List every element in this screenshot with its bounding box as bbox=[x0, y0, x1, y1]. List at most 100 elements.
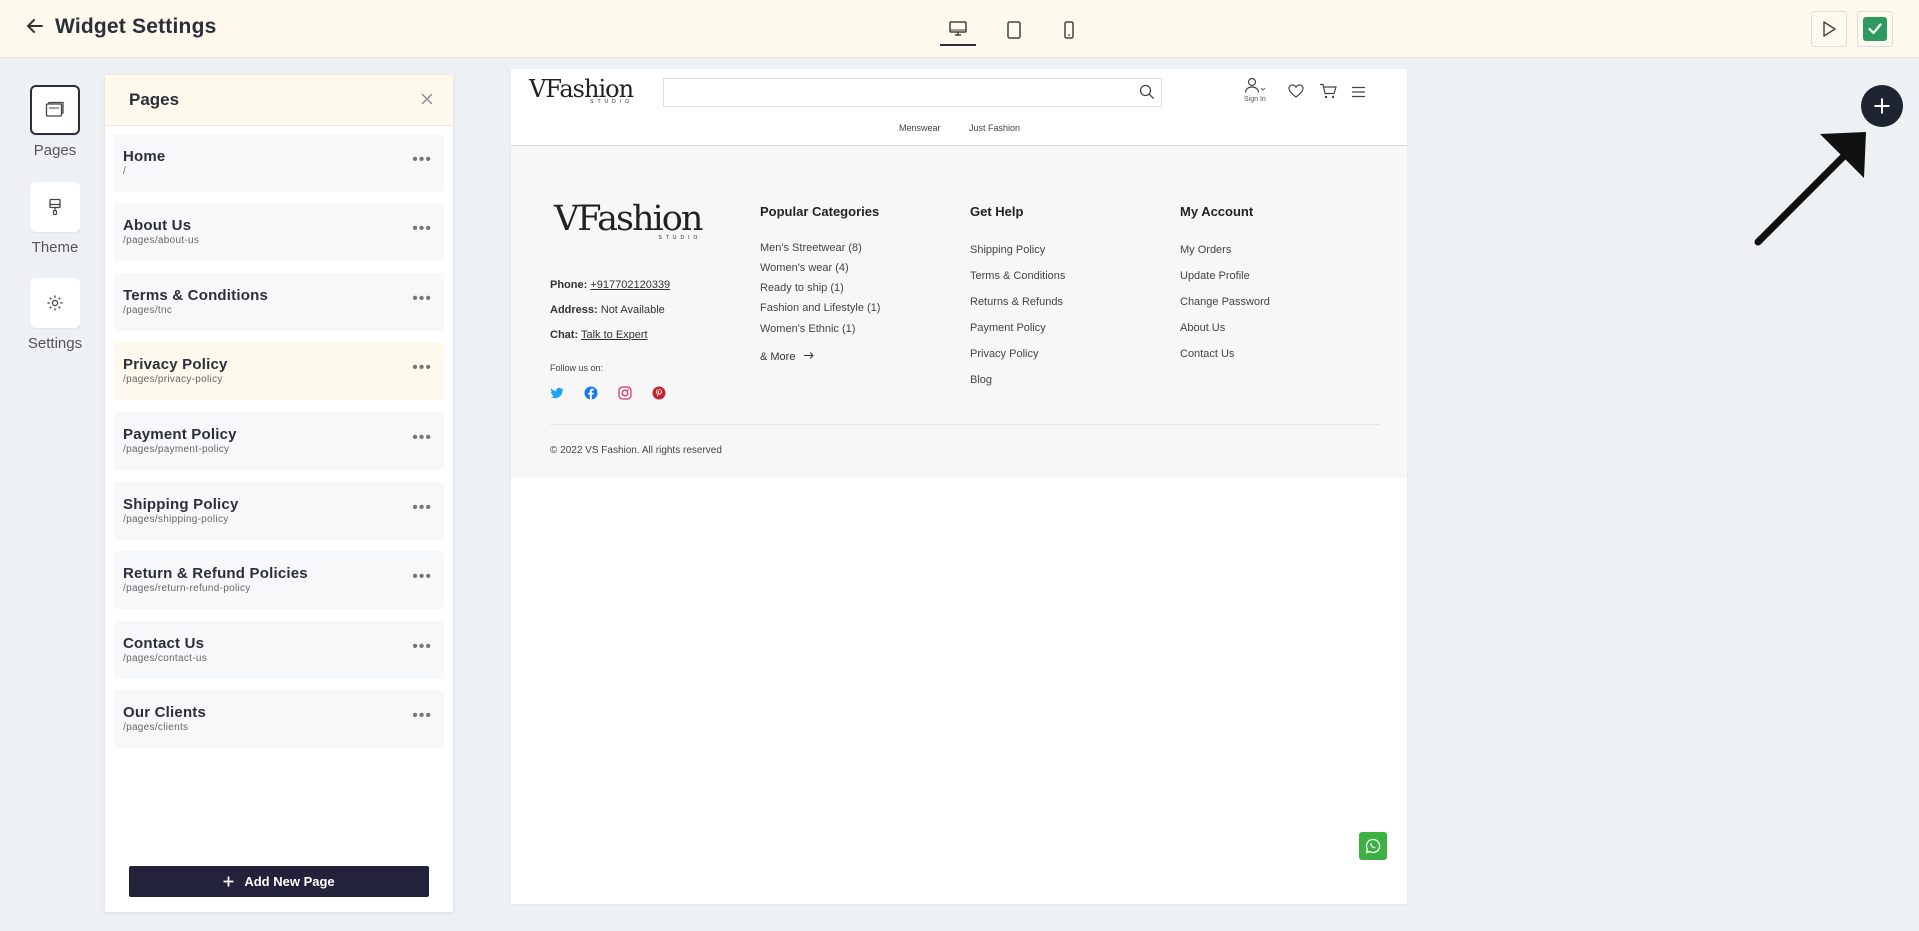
page-item-name: Our Clients bbox=[123, 704, 207, 721]
user-icon[interactable] bbox=[1244, 77, 1266, 98]
rail-item-theme[interactable]: Theme bbox=[30, 182, 80, 256]
more-options-icon[interactable]: ••• bbox=[412, 707, 432, 725]
page-title: Widget Settings bbox=[55, 15, 217, 38]
page-item-slug: /pages/about-us bbox=[123, 235, 200, 246]
footer-link[interactable]: Update Profile bbox=[1180, 270, 1250, 282]
footer-link[interactable]: Terms & Conditions bbox=[970, 270, 1065, 282]
plus-icon bbox=[1874, 98, 1890, 114]
save-button[interactable] bbox=[1857, 11, 1893, 47]
phone-link[interactable]: +917702120339 bbox=[590, 279, 670, 291]
page-item-name: Home bbox=[123, 148, 166, 165]
pages-panel-header: Pages bbox=[105, 75, 453, 126]
plus-icon bbox=[223, 876, 234, 887]
page-item-home[interactable]: Home / ••• bbox=[114, 134, 444, 192]
rail-item-pages[interactable]: Pages bbox=[30, 85, 80, 159]
footer-link[interactable]: Men's Streetwear (8) bbox=[760, 242, 862, 254]
mobile-icon bbox=[1064, 21, 1074, 39]
site-header: VFashion STUDIO Sign In Menswear Just Fa… bbox=[511, 69, 1407, 146]
rail-label: Pages bbox=[33, 142, 77, 159]
more-options-icon[interactable]: ••• bbox=[412, 220, 432, 238]
footer-link[interactable]: Ready to ship (1) bbox=[760, 282, 844, 294]
footer-link[interactable]: Returns & Refunds bbox=[970, 296, 1063, 308]
more-options-icon[interactable]: ••• bbox=[412, 638, 432, 656]
footer-col-title: My Account bbox=[1180, 204, 1254, 219]
page-item-name: Return & Refund Policies bbox=[123, 565, 308, 582]
twitter-icon[interactable] bbox=[550, 386, 564, 400]
footer-col-title: Get Help bbox=[970, 204, 1024, 219]
footer-divider bbox=[550, 424, 1380, 425]
desktop-view-button[interactable] bbox=[940, 14, 976, 46]
more-options-icon[interactable]: ••• bbox=[412, 568, 432, 586]
more-options-icon[interactable]: ••• bbox=[412, 359, 432, 377]
mobile-view-button[interactable] bbox=[1051, 14, 1087, 46]
page-item-name: About Us bbox=[123, 217, 192, 234]
cart-icon[interactable] bbox=[1319, 83, 1337, 104]
page-item-name: Contact Us bbox=[123, 635, 205, 652]
heart-icon[interactable] bbox=[1288, 84, 1304, 103]
pinterest-icon[interactable] bbox=[652, 386, 666, 400]
page-item-return-refund[interactable]: Return & Refund Policies /pages/return-r… bbox=[114, 551, 444, 609]
close-icon[interactable] bbox=[421, 89, 433, 110]
site-footer: VFashion STUDIO Phone: +917702120339 Add… bbox=[511, 146, 1407, 478]
footer-col-title: Popular Categories bbox=[760, 204, 880, 219]
chat-link[interactable]: Talk to Expert bbox=[581, 329, 648, 341]
site-logo[interactable]: VFashion STUDIO bbox=[529, 75, 634, 105]
page-item-slug: /pages/tnc bbox=[123, 305, 173, 316]
rail-item-settings[interactable]: Settings bbox=[28, 278, 82, 352]
footer-link[interactable]: My Orders bbox=[1180, 244, 1231, 256]
sign-in-label[interactable]: Sign In bbox=[1244, 96, 1266, 103]
page-item-name: Privacy Policy bbox=[123, 356, 228, 373]
page-item-payment-policy[interactable]: Payment Policy /pages/payment-policy ••• bbox=[114, 412, 444, 470]
tablet-icon bbox=[1007, 21, 1021, 39]
contact-address: Address: Not Available bbox=[550, 304, 665, 316]
pages-icon bbox=[45, 101, 64, 117]
annotation-arrow bbox=[1754, 132, 1866, 246]
page-item-our-clients[interactable]: Our Clients /pages/clients ••• bbox=[114, 690, 444, 748]
contact-phone: Phone: +917702120339 bbox=[550, 279, 671, 291]
page-item-shipping-policy[interactable]: Shipping Policy /pages/shipping-policy •… bbox=[114, 482, 444, 540]
page-item-contact-us[interactable]: Contact Us /pages/contact-us ••• bbox=[114, 621, 444, 679]
footer-link[interactable]: Shipping Policy bbox=[970, 244, 1045, 256]
preview-button[interactable] bbox=[1811, 11, 1847, 47]
pages-panel-title: Pages bbox=[129, 90, 180, 109]
footer-link[interactable]: Payment Policy bbox=[970, 322, 1046, 334]
site-search-input[interactable] bbox=[663, 78, 1162, 107]
footer-link[interactable]: Privacy Policy bbox=[970, 348, 1038, 360]
tablet-view-button[interactable] bbox=[996, 14, 1032, 46]
footer-link[interactable]: Change Password bbox=[1180, 296, 1270, 308]
more-options-icon[interactable]: ••• bbox=[412, 290, 432, 308]
copyright-text: © 2022 VS Fashion. All rights reserved bbox=[550, 445, 722, 456]
page-item-slug: /pages/shipping-policy bbox=[123, 514, 229, 525]
instagram-icon[interactable] bbox=[618, 386, 632, 400]
footer-link[interactable]: About Us bbox=[1180, 322, 1225, 334]
whatsapp-icon[interactable] bbox=[1359, 832, 1387, 860]
rail-label: Settings bbox=[27, 335, 83, 352]
more-options-icon[interactable]: ••• bbox=[412, 151, 432, 169]
page-item-privacy-policy[interactable]: Privacy Policy /pages/privacy-policy ••• bbox=[114, 342, 444, 400]
footer-link[interactable]: Blog bbox=[970, 374, 992, 386]
follow-us-label: Follow us on: bbox=[550, 363, 604, 373]
nav-link-menswear[interactable]: Menswear bbox=[899, 123, 941, 133]
check-icon bbox=[1863, 17, 1887, 41]
footer-link[interactable]: Fashion and Lifestyle (1) bbox=[760, 302, 880, 314]
search-icon[interactable] bbox=[1139, 84, 1155, 100]
facebook-icon[interactable] bbox=[584, 386, 598, 400]
nav-link-just-fashion[interactable]: Just Fashion bbox=[969, 123, 1020, 133]
page-item-slug: /pages/clients bbox=[123, 722, 189, 733]
page-item-about-us[interactable]: About Us /pages/about-us ••• bbox=[114, 203, 444, 261]
preview-canvas: VFashion STUDIO Sign In Menswear Just Fa… bbox=[511, 69, 1407, 904]
back-arrow-icon[interactable] bbox=[26, 16, 48, 40]
page-item-slug: /pages/privacy-policy bbox=[123, 374, 223, 385]
more-options-icon[interactable]: ••• bbox=[412, 499, 432, 517]
footer-logo[interactable]: VFashion STUDIO bbox=[554, 199, 703, 241]
page-item-terms[interactable]: Terms & Conditions /pages/tnc ••• bbox=[114, 273, 444, 331]
more-categories-link[interactable]: & More bbox=[760, 351, 815, 363]
footer-link[interactable]: Contact Us bbox=[1180, 348, 1234, 360]
add-new-page-button[interactable]: Add New Page bbox=[129, 866, 429, 897]
page-item-slug: / bbox=[123, 166, 127, 177]
footer-link[interactable]: Women's Ethnic (1) bbox=[760, 323, 855, 335]
menu-icon[interactable] bbox=[1351, 85, 1366, 103]
more-options-icon[interactable]: ••• bbox=[412, 429, 432, 447]
footer-link[interactable]: Women's wear (4) bbox=[760, 262, 849, 274]
desktop-icon bbox=[949, 21, 967, 36]
